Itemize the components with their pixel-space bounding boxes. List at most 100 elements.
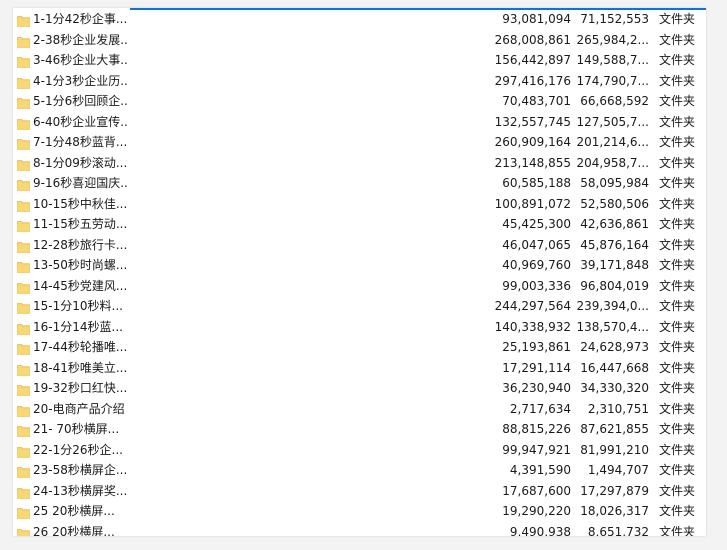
file-compressed-size: 16,447,668 [580, 360, 649, 375]
file-row[interactable]: 26 20秒横屏... 9,490,938 8,651,732 文件夹 [13, 522, 706, 537]
file-type: 文件夹 [659, 524, 696, 537]
file-row[interactable]: 11-15秒五劳动... 45,425,300 42,636,861 文件夹 [13, 214, 706, 235]
file-type: 文件夹 [659, 53, 696, 67]
file-name: 19-32秒口红快... [33, 381, 128, 395]
file-size: 17,687,600 [502, 483, 571, 498]
file-row[interactable]: 10-15秒中秋佳... 100,891,072 52,580,506 文件夹 [13, 194, 706, 215]
file-name: 18-41秒唯美立... [33, 360, 128, 375]
file-compressed-size: 127,505,7... [576, 114, 649, 129]
file-compressed-size: 174,790,7... [576, 73, 649, 88]
file-row[interactable]: 17-44秒轮播唯... 25,193,861 24,628,973 文件夹 [13, 337, 706, 358]
file-compressed-size: 138,570,4... [576, 319, 649, 334]
folder-icon [17, 34, 30, 48]
file-size: 99,947,921 [502, 442, 571, 457]
file-size: 40,969,760 [502, 258, 571, 272]
file-type: 文件夹 [659, 360, 696, 375]
file-size: 268,008,861 [494, 32, 571, 47]
file-size: 297,416,176 [494, 73, 571, 88]
file-name: 5-1分6秒回顾企... [33, 94, 129, 108]
folder-icon [17, 300, 30, 314]
file-name: 7-1分48秒蓝背... [33, 135, 128, 149]
file-type: 文件夹 [659, 32, 696, 47]
file-size: 244,297,564 [494, 299, 571, 313]
file-row[interactable]: 1-1分42秒企事... 93,081,094 71,152,553 文件夹 [13, 9, 706, 30]
file-compressed-size: 39,171,848 [580, 258, 649, 272]
file-type: 文件夹 [659, 504, 696, 518]
file-row[interactable]: 12-28秒旅行卡... 46,047,065 45,876,164 文件夹 [13, 235, 706, 256]
file-compressed-size: 42,636,861 [580, 217, 649, 231]
file-row[interactable]: 15-1分10秒料... 244,297,564 239,394,0... 文件夹 [13, 296, 706, 317]
file-size: 4,391,590 [509, 463, 571, 477]
file-row[interactable]: 23-58秒横屏企... 4,391,590 1,494,707 文件夹 [13, 460, 706, 481]
file-row[interactable]: 3-46秒企业大事... 156,442,897 149,588,7... 文件夹 [13, 50, 706, 71]
file-name: 9-16秒喜迎国庆... [33, 176, 129, 190]
file-compressed-size: 34,330,320 [580, 381, 649, 395]
file-compressed-size: 87,621,855 [580, 422, 649, 436]
file-compressed-size: 1,494,707 [587, 463, 649, 477]
file-compressed-size: 45,876,164 [580, 237, 649, 252]
file-row[interactable]: 14-45秒党建风... 99,003,336 96,804,019 文件夹 [13, 276, 706, 297]
file-row[interactable]: 13-50秒时尚螺... 40,969,760 39,171,848 文件夹 [13, 255, 706, 276]
file-size: 140,338,932 [494, 319, 571, 334]
file-name: 25 20秒横屏... [33, 504, 115, 518]
file-type: 文件夹 [659, 340, 696, 354]
file-row[interactable]: 5-1分6秒回顾企... 70,483,701 66,668,592 文件夹 [13, 91, 706, 112]
file-type: 文件夹 [659, 237, 696, 252]
file-row[interactable]: 20-电商产品介绍 2,717,634 2,310,751 文件夹 [13, 399, 706, 420]
file-type: 文件夹 [659, 422, 696, 436]
file-size: 45,425,300 [502, 217, 571, 231]
file-name: 26 20秒横屏... [33, 524, 115, 537]
file-row[interactable]: 8-1分09秒滚动... 213,148,855 204,958,7... 文件夹 [13, 153, 706, 174]
folder-icon [17, 341, 30, 355]
file-row[interactable]: 25 20秒横屏... 19,290,220 18,026,317 文件夹 [13, 501, 706, 522]
file-type: 文件夹 [659, 176, 696, 190]
file-size: 25,193,861 [502, 340, 571, 354]
file-type: 文件夹 [659, 196, 696, 211]
folder-icon [17, 177, 30, 191]
file-size: 93,081,094 [502, 12, 571, 26]
file-row[interactable]: 18-41秒唯美立... 17,291,114 16,447,668 文件夹 [13, 358, 706, 379]
folder-icon [17, 505, 30, 519]
file-size: 2,717,634 [509, 401, 571, 416]
file-name: 21- 70秒横屏... [33, 422, 120, 436]
file-type: 文件夹 [659, 217, 696, 231]
file-size: 70,483,701 [502, 94, 571, 108]
folder-icon [17, 464, 30, 478]
file-size: 132,557,745 [494, 114, 571, 129]
file-name: 4-1分3秒企业历... [33, 73, 129, 88]
folder-icon [17, 280, 30, 294]
file-size: 46,047,065 [502, 237, 571, 252]
file-compressed-size: 149,588,7... [576, 53, 649, 67]
file-compressed-size: 8,651,732 [587, 524, 649, 537]
folder-icon [17, 218, 30, 232]
file-list-window: 1-1分42秒企事... 93,081,094 71,152,553 文件夹 2-38秒… [13, 8, 706, 536]
file-compressed-size: 265,984,2... [576, 32, 649, 47]
folder-icon [17, 403, 30, 417]
folder-icon [17, 485, 30, 499]
file-size: 19,290,220 [502, 504, 571, 518]
file-name: 14-45秒党建风... [33, 278, 128, 293]
file-type: 文件夹 [659, 463, 696, 477]
file-name: 16-1分14秒蓝... [33, 319, 123, 334]
folder-icon [17, 321, 30, 335]
file-compressed-size: 58,095,984 [580, 176, 649, 190]
file-row[interactable]: 4-1分3秒企业历... 297,416,176 174,790,7... 文件夹 [13, 71, 706, 92]
file-type: 文件夹 [659, 135, 696, 149]
file-type: 文件夹 [659, 114, 696, 129]
file-name: 13-50秒时尚螺... [33, 258, 128, 272]
file-size: 213,148,855 [494, 155, 571, 170]
file-row[interactable]: 22-1分26秒企... 99,947,921 81,991,210 文件夹 [13, 440, 706, 461]
file-row[interactable]: 21- 70秒横屏... 88,815,226 87,621,855 文件夹 [13, 419, 706, 440]
file-row[interactable]: 7-1分48秒蓝背... 260,909,164 201,214,6... 文件夹 [13, 132, 706, 153]
file-name: 10-15秒中秋佳... [33, 196, 128, 211]
file-row[interactable]: 6-40秒企业宣传... 132,557,745 127,505,7... 文件夹 [13, 112, 706, 133]
file-type: 文件夹 [659, 94, 696, 108]
file-row[interactable]: 19-32秒口红快... 36,230,940 34,330,320 文件夹 [13, 378, 706, 399]
folder-icon [17, 116, 30, 130]
file-row[interactable]: 16-1分14秒蓝... 140,338,932 138,570,4... 文件夹 [13, 317, 706, 338]
file-row[interactable]: 2-38秒企业发展... 268,008,861 265,984,2... 文件夹 [13, 30, 706, 51]
file-row[interactable]: 9-16秒喜迎国庆... 60,585,188 58,095,984 文件夹 [13, 173, 706, 194]
file-row[interactable]: 24-13秒横屏奖... 17,687,600 17,297,879 文件夹 [13, 481, 706, 502]
file-list: 1-1分42秒企事... 93,081,094 71,152,553 文件夹 2-38秒… [13, 9, 706, 536]
file-type: 文件夹 [659, 381, 696, 395]
